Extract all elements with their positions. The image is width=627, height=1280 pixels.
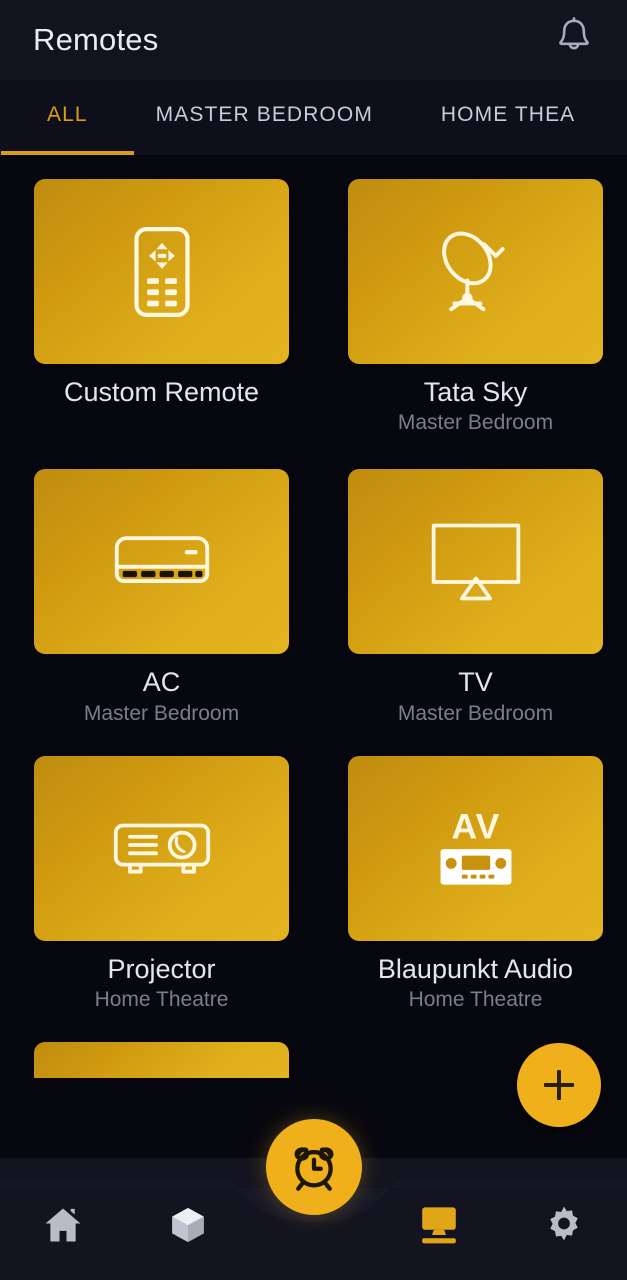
remote-caption: Projector Home Theatre (34, 941, 289, 1013)
remote-card-tile[interactable] (34, 755, 289, 941)
tab-home-theatre-label: HOME THEA (440, 102, 576, 126)
remote-control-icon (133, 226, 191, 318)
remote-card-tile[interactable] (34, 179, 289, 364)
remote-room: Master Bedroom (397, 701, 554, 725)
tab-master-bedroom[interactable]: MASTER BEDROOM (156, 80, 373, 155)
tab-home-theatre[interactable]: HOME THEA (441, 80, 575, 155)
notifications-button[interactable] (547, 13, 601, 67)
remote-card-tv[interactable]: TV Master Bedroom (348, 469, 603, 726)
remote-card-blaupunkt-audio[interactable]: AV Blaupunkt Audio Home Theatre (348, 755, 603, 1013)
remote-room: Home Theatre (94, 988, 229, 1012)
av-receiver-icon: AV (424, 804, 528, 892)
air-conditioner-icon (112, 531, 212, 593)
remote-caption: Tata Sky Master Bedroom (348, 364, 603, 436)
app-header: Remotes (0, 0, 627, 80)
remote-title: AC (142, 667, 181, 698)
remote-card-tile[interactable]: AV (348, 755, 603, 941)
add-remote-button[interactable] (517, 1043, 601, 1127)
bell-icon (553, 15, 595, 66)
av-label: AV (451, 807, 500, 847)
remote-caption: Blaupunkt Audio Home Theatre (348, 941, 603, 1013)
remote-card-partial[interactable] (34, 1042, 289, 1079)
home-icon (41, 1203, 85, 1250)
remote-room: Master Bedroom (83, 701, 240, 725)
remote-card-tile[interactable] (34, 1042, 289, 1079)
remote-caption: Custom Remote (34, 364, 289, 410)
bottom-navigation (0, 1119, 627, 1280)
nav-item-home[interactable] (0, 1158, 125, 1280)
remotes-screen: Remotes ALL MASTER BEDROOM HOME THEA Cus… (0, 0, 627, 1280)
tab-master-bedroom-label: MASTER BEDROOM (155, 102, 373, 126)
remote-room (34, 407, 289, 410)
remote-card-ac[interactable]: AC Master Bedroom (34, 469, 289, 726)
gear-icon (542, 1203, 586, 1250)
remote-room: Home Theatre (408, 988, 543, 1012)
nav-item-settings[interactable] (502, 1158, 627, 1280)
tab-all[interactable]: ALL (1, 80, 133, 155)
nav-item-remotes[interactable] (376, 1158, 501, 1280)
remotes-row: Custom Remote Tata Sky Master Bedroom (0, 179, 627, 436)
nav-alarm-button[interactable] (265, 1119, 362, 1215)
page-title: Remotes (33, 22, 159, 57)
satellite-dish-icon (429, 226, 523, 318)
remote-room: Master Bedroom (397, 411, 554, 435)
remote-card-projector[interactable]: Projector Home Theatre (34, 755, 289, 1013)
plus-icon (544, 1070, 574, 1100)
remote-caption: AC Master Bedroom (34, 654, 289, 726)
remote-card-custom-remote[interactable]: Custom Remote (34, 179, 289, 436)
remote-card-tile[interactable] (34, 469, 289, 655)
alarm-clock-icon (287, 1139, 341, 1196)
remote-card-tile[interactable] (348, 179, 603, 364)
remote-card-tile[interactable] (348, 469, 603, 655)
monitor-remote-icon (415, 1201, 463, 1252)
room-tabs[interactable]: ALL MASTER BEDROOM HOME THEA (0, 80, 627, 155)
television-icon (430, 522, 522, 602)
projector-icon (112, 816, 212, 880)
remote-title: Projector (107, 953, 216, 984)
cube-icon (167, 1204, 209, 1249)
remote-title: Blaupunkt Audio (377, 953, 574, 984)
tab-all-label: ALL (47, 102, 88, 126)
remote-title: Custom Remote (63, 377, 260, 407)
remote-card-tata-sky[interactable]: Tata Sky Master Bedroom (348, 179, 603, 436)
nav-item-devices[interactable] (125, 1158, 250, 1280)
remotes-row: Projector Home Theatre AV Blaupunkt Audi… (0, 755, 627, 1013)
remote-caption: TV Master Bedroom (348, 654, 603, 726)
remote-title: Tata Sky (423, 377, 528, 407)
remote-title: TV (458, 667, 493, 698)
remotes-row: AC Master Bedroom TV Master Bedroom (0, 469, 627, 726)
